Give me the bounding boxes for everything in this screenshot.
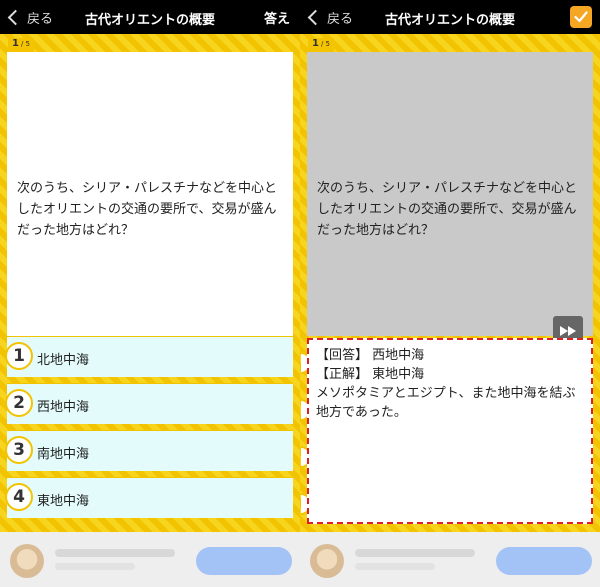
ad-thumbnail <box>310 544 344 578</box>
explanation-text: メソポタミアとエジプト、また地中海を結ぶ地方であった。 <box>316 386 576 420</box>
ad-cta-button[interactable] <box>196 547 292 575</box>
ad-banner[interactable] <box>300 532 600 587</box>
choice-3[interactable]: 3 南地中海 <box>5 430 293 471</box>
ad-banner[interactable] <box>0 532 300 587</box>
counter-current: 1 <box>12 38 19 49</box>
ad-text-placeholder <box>55 563 135 570</box>
ad-text-placeholder <box>55 549 175 557</box>
explanation-box: 【回答】 西地中海 【正解】 東地中海 メソポタミアとエジプト、また地中海を結ぶ… <box>307 338 593 524</box>
top-bar: 戻る 古代オリエントの概要 答え <box>0 0 300 34</box>
choice-label: 東地中海 <box>37 494 90 509</box>
choice-2[interactable]: 2 西地中海 <box>5 383 293 424</box>
quiz-card: 1 / 5 次のうち、シリア・パレスチナなどを中心としたオリエントの交通の要所で… <box>0 34 300 532</box>
top-bar: 戻る 古代オリエントの概要 <box>300 0 600 34</box>
choice-label: 北地中海 <box>37 353 90 368</box>
ad-cta-button[interactable] <box>496 547 592 575</box>
choice-number: 4 <box>5 483 33 511</box>
choice-1[interactable]: 1 北地中海 <box>5 336 293 377</box>
choice-number: 1 <box>5 342 33 370</box>
ad-text-placeholder <box>355 563 435 570</box>
choice-4[interactable]: 4 東地中海 <box>5 477 293 518</box>
checkmark-button[interactable] <box>570 6 592 28</box>
checkmark-icon <box>574 11 588 23</box>
counter-current: 1 <box>312 38 319 49</box>
choice-number: 3 <box>5 436 33 464</box>
counter-total: / 5 <box>20 40 31 48</box>
correct-answer-line: 【正解】 東地中海 <box>316 367 425 382</box>
question-text: 次のうち、シリア・パレスチナなどを中心としたオリエントの交通の要所で、交易が盛ん… <box>317 181 578 238</box>
question-box: 次のうち、シリア・パレスチナなどを中心としたオリエントの交通の要所で、交易が盛ん… <box>307 52 593 346</box>
choice-label: 西地中海 <box>37 400 90 415</box>
counter-total: / 5 <box>320 40 331 48</box>
choice-number: 2 <box>5 389 33 417</box>
quiz-card: 1 / 5 次のうち、シリア・パレスチナなどを中心としたオリエントの交通の要所で… <box>300 34 600 532</box>
question-box: 次のうち、シリア・パレスチナなどを中心としたオリエントの交通の要所で、交易が盛ん… <box>7 52 293 336</box>
question-screen: 戻る 古代オリエントの概要 答え 1 / 5 次のうち、シリア・パレスチナなどを… <box>0 0 300 587</box>
answer-screen: 戻る 古代オリエントの概要 1 / 5 次のうち、シリア・パレスチナなどを中心と… <box>300 0 600 587</box>
fast-forward-icon <box>560 326 576 336</box>
page-title: 古代オリエントの概要 <box>84 13 215 28</box>
answer-button[interactable]: 答え <box>264 8 290 27</box>
question-counter: 1 / 5 <box>8 38 35 52</box>
ad-thumbnail <box>10 544 44 578</box>
page-title: 古代オリエントの概要 <box>384 13 515 28</box>
your-answer-line: 【回答】 西地中海 <box>316 348 425 363</box>
question-counter: 1 / 5 <box>308 38 335 52</box>
ad-text-placeholder <box>355 549 475 557</box>
question-text: 次のうち、シリア・パレスチナなどを中心としたオリエントの交通の要所で、交易が盛ん… <box>17 181 278 238</box>
choice-label: 南地中海 <box>37 447 90 462</box>
